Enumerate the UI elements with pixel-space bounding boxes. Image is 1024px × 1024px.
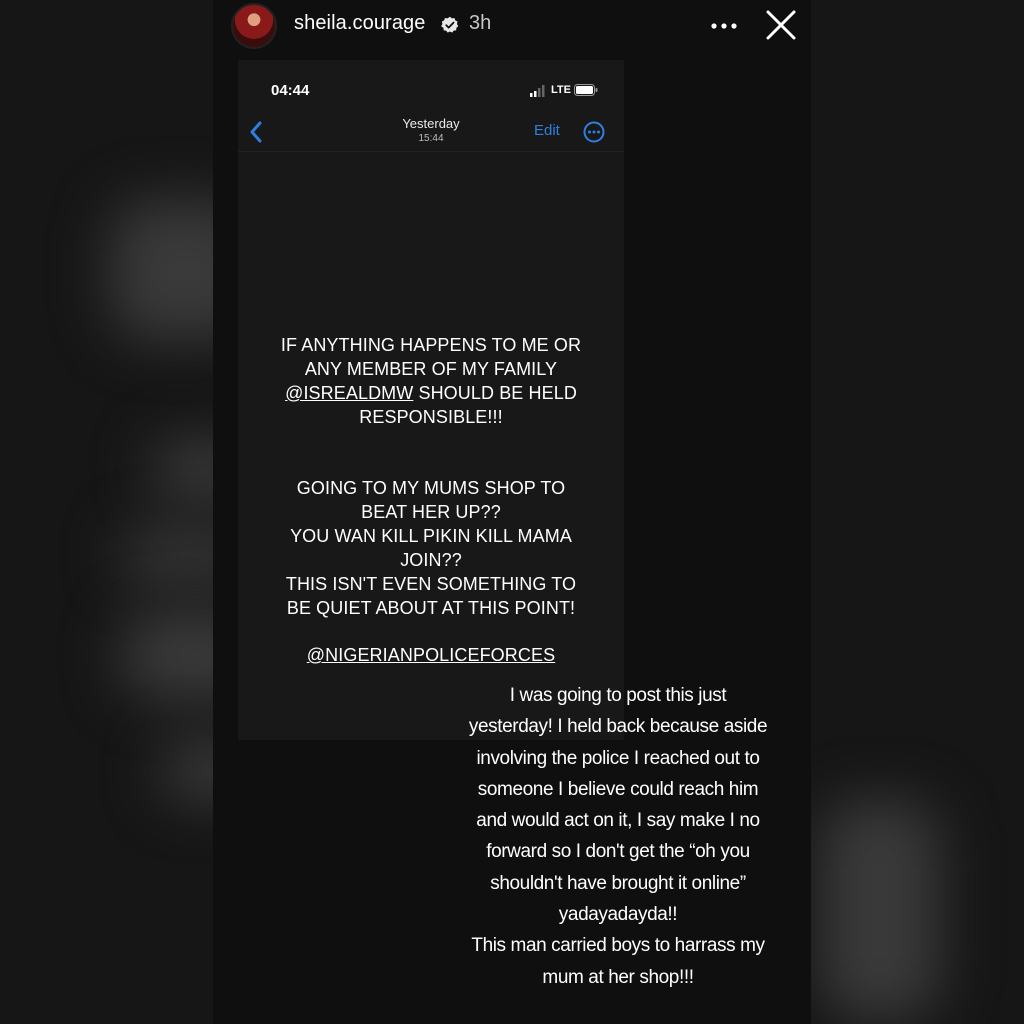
edit-button[interactable]: Edit (534, 122, 560, 139)
nav-divider (238, 151, 624, 152)
message-line: IF ANYTHING HAPPENS TO ME OR (280, 335, 582, 355)
caption-line: mum at her shop!!! (542, 966, 694, 988)
battery-icon (574, 84, 598, 96)
caption-line: yesterday! I held back because aside (468, 716, 768, 738)
close-icon[interactable] (764, 8, 798, 42)
story-header: sheila.courage 3h (213, 0, 811, 52)
caption-line: involving the police I reached out to (476, 747, 760, 769)
mention-link[interactable]: @NIGERIANPOLICEFORCES (307, 645, 555, 665)
message-line: @ISREALDMW SHOULD BE HELD (258, 381, 604, 405)
story-viewer: sheila.courage 3h 04:44 LTE Yesterday 15… (213, 0, 811, 1024)
caption-line: I was going to post this just (509, 685, 727, 706)
caption-line: yadayadayda!! (558, 904, 678, 926)
avatar[interactable] (231, 3, 277, 49)
message-line: BEAT HER UP?? (361, 502, 501, 522)
back-chevron-icon[interactable] (248, 120, 264, 144)
signal-icon (530, 85, 545, 97)
message-line: JOIN?? (400, 550, 462, 570)
verified-badge-icon (441, 16, 459, 33)
caption-line: shouldn't have brought it online” (490, 872, 746, 894)
message-line: RESPONSIBLE!!! (359, 407, 503, 427)
caption-line: and would act on it, I say make I no (476, 810, 760, 832)
blur-shape (820, 800, 940, 1020)
message-line: BE QUIET ABOUT AT THIS POINT! (286, 598, 576, 618)
more-circle-icon[interactable] (583, 121, 605, 143)
caption-line: This man carried boys to harrass my (471, 935, 765, 957)
username[interactable]: sheila.courage (294, 12, 426, 35)
mention-link[interactable]: @ISREALDMW (285, 383, 413, 403)
message-line: @NIGERIANPOLICEFORCES (258, 643, 604, 667)
message-text: SHOULD BE HELD (413, 383, 577, 403)
more-horizontal-icon[interactable] (709, 14, 739, 38)
network-label: LTE (551, 84, 571, 96)
story-caption: I was going to post this just yesterday!… (458, 680, 778, 993)
nav-subtitle: 15:44 (418, 133, 444, 144)
nav-title: Yesterday (402, 116, 460, 131)
message-screenshot: 04:44 LTE Yesterday 15:44 Edit IF ANYTHI… (238, 60, 624, 740)
status-bar-time: 04:44 (271, 82, 310, 99)
caption-line: someone I believe could reach him (477, 778, 759, 800)
caption-line: forward so I don't get the “oh you (486, 841, 750, 863)
message-line: YOU WAN KILL PIKIN KILL MAMA (290, 526, 572, 546)
message-line: ANY MEMBER OF MY FAMILY (304, 359, 558, 379)
message-line: GOING TO MY MUMS SHOP TO (296, 478, 566, 498)
post-time: 3h (469, 12, 492, 34)
message-line: THIS ISN'T EVEN SOMETHING TO (285, 574, 577, 594)
